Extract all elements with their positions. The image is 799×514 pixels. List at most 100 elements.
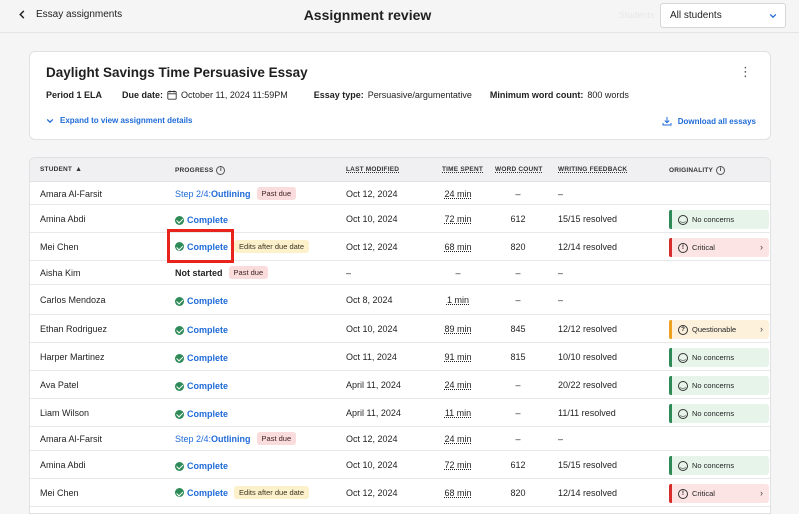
progress-cell: Complete Edits after due date xyxy=(175,486,310,499)
time-spent: 24 min xyxy=(444,434,472,444)
info-icon[interactable]: i xyxy=(716,166,726,175)
progress-complete-link[interactable]: Complete xyxy=(175,296,228,306)
progress-status: Complete xyxy=(187,325,229,335)
check-circle-icon xyxy=(175,488,184,497)
question-icon: ? xyxy=(678,324,688,335)
originality-badge: ‿ No concerns xyxy=(669,348,769,367)
progress-step-prefix[interactable]: Step 2/4: xyxy=(175,434,211,444)
table-row[interactable]: Amina Abdi Complete Oct 10, 2024 72 min 612 1… xyxy=(30,205,770,233)
col-writing-feedback[interactable]: WRITING FEEDBACK xyxy=(558,166,627,173)
table-row[interactable]: Amara Al-Farsit Step 2/4: Outlining Past d… xyxy=(30,427,770,451)
time-spent: 1 min xyxy=(446,295,469,305)
time-spent: 68 min xyxy=(444,488,472,498)
table-row[interactable]: Ethan Rodriguez Complete Oct 10, 2024 89 mi… xyxy=(30,315,770,343)
table-row[interactable]: Harper Martinez Complete Oct 11, 2024 91 mi… xyxy=(30,343,770,371)
originality-label: No concerns xyxy=(692,353,735,362)
student-filter-select[interactable]: All students xyxy=(660,3,786,28)
originality-badge[interactable]: ! Critical › xyxy=(669,238,769,257)
progress-cell: Step 2/4: Outlining Past due xyxy=(175,432,297,445)
last-modified: Oct 10, 2024 xyxy=(346,214,398,224)
alert-icon: ! xyxy=(678,488,688,499)
progress-cell: Complete xyxy=(175,381,228,393)
progress-cell: Complete xyxy=(175,409,228,421)
col-word-count[interactable]: WORD COUNT xyxy=(495,166,543,173)
alert-icon: ! xyxy=(678,242,688,253)
originality-badge: ‿ No concerns xyxy=(669,210,769,229)
word-count: 612 xyxy=(510,460,526,470)
sort-icon: ▲ xyxy=(75,166,83,173)
word-count: – xyxy=(515,380,521,390)
smile-icon: ‿ xyxy=(678,214,688,225)
progress-cell: Not started Past due xyxy=(175,266,269,279)
last-modified: Oct 12, 2024 xyxy=(346,434,398,444)
progress-step-prefix[interactable]: Step 2/4: xyxy=(175,189,211,199)
student-name: Mei Chen xyxy=(40,242,79,252)
writing-feedback: 12/12 resolved xyxy=(558,324,618,334)
originality-badge[interactable]: ? Questionable › xyxy=(669,320,769,339)
progress-complete-link[interactable]: Complete xyxy=(175,461,228,471)
progress-step-name[interactable]: Outlining xyxy=(211,434,251,444)
progress-cell: Complete xyxy=(175,215,228,227)
last-modified: Oct 12, 2024 xyxy=(346,488,398,498)
table-row[interactable]: Aisha Kim Not started Past due – – – – xyxy=(30,261,770,285)
progress-complete-link[interactable]: Complete xyxy=(175,409,228,419)
progress-status: Complete xyxy=(187,353,229,363)
writing-feedback: 20/22 resolved xyxy=(558,380,618,390)
originality-label: Questionable xyxy=(692,325,737,334)
download-all-label: Download all essays xyxy=(677,116,756,126)
col-student[interactable]: STUDENT ▲ xyxy=(40,166,82,173)
writing-feedback: 15/15 resolved xyxy=(558,460,618,470)
check-circle-icon xyxy=(175,381,184,391)
progress-complete-link[interactable]: Complete xyxy=(175,381,228,391)
student-name: Ethan Rodriguez xyxy=(40,324,108,334)
info-icon[interactable]: i xyxy=(216,166,226,175)
smile-icon: ‿ xyxy=(678,408,688,419)
col-originality: ORIGINALITY i xyxy=(669,166,726,175)
writing-feedback: – xyxy=(558,295,564,305)
col-last-modified[interactable]: LAST MODIFIED xyxy=(346,166,399,173)
originality-badge: ‿ No concerns xyxy=(669,456,769,475)
progress-complete-link[interactable]: Complete xyxy=(175,353,228,363)
table-row[interactable]: Carlos Mendoza Complete Oct 8, 2024 1 min – – xyxy=(30,285,770,315)
writing-feedback: 11/11 resolved xyxy=(558,408,616,418)
writing-feedback: 10/10 resolved xyxy=(558,352,618,362)
table-row[interactable]: Mei Chen Complete Edits after due date Oct … xyxy=(30,233,770,261)
student-name: Amara Al-Farsit xyxy=(40,189,103,199)
student-name: Carlos Mendoza xyxy=(40,295,106,305)
progress-complete-link[interactable]: Complete xyxy=(175,325,228,335)
table-row[interactable]: Amara Al-Farsit Step 2/4: Outlining Past d… xyxy=(30,183,770,205)
smile-icon: ‿ xyxy=(678,380,688,391)
word-count: – xyxy=(515,189,521,199)
student-name: Aisha Kim xyxy=(40,268,81,278)
progress-complete-link[interactable]: Complete xyxy=(175,215,228,225)
progress-step-name[interactable]: Outlining xyxy=(211,189,251,199)
assignment-title: Daylight Savings Time Persuasive Essay xyxy=(46,65,308,80)
table-row[interactable]: Ava Patel Complete April 11, 2024 24 min – 20… xyxy=(30,371,770,399)
min-word-count-value: 800 words xyxy=(587,90,629,100)
expand-details-link[interactable]: Expand to view assignment details xyxy=(46,116,192,125)
table-row[interactable]: Amina Abdi Complete Oct 10, 2024 72 min 612 1… xyxy=(30,451,770,479)
time-spent: 24 min xyxy=(444,380,472,390)
word-count: 845 xyxy=(510,324,526,334)
check-circle-icon xyxy=(175,409,184,419)
progress-status: Complete xyxy=(187,487,229,498)
chevron-down-icon xyxy=(46,118,54,123)
chevron-right-icon: › xyxy=(760,488,763,498)
progress-cell: Complete xyxy=(175,325,228,337)
progress-complete-link[interactable]: Complete xyxy=(175,488,228,498)
originality-badge[interactable]: ! Critical › xyxy=(669,484,769,503)
download-all-button[interactable]: Download all essays xyxy=(662,116,756,126)
col-originality-label: ORIGINALITY xyxy=(669,167,714,174)
col-student-label: STUDENT xyxy=(40,166,73,173)
progress-status: Complete xyxy=(187,381,229,391)
more-options-icon[interactable]: ⋮ xyxy=(739,64,752,80)
progress-status: Not started xyxy=(175,267,223,278)
last-modified: Oct 10, 2024 xyxy=(346,324,398,334)
status-badge: Edits after due date xyxy=(234,240,310,253)
word-count: 815 xyxy=(510,352,526,362)
col-time-spent[interactable]: TIME SPENT xyxy=(442,166,483,173)
table-row[interactable]: Liam Wilson Complete April 11, 2024 11 min –… xyxy=(30,399,770,427)
table-header: STUDENT ▲ PROGRESS i LAST MODIFIED TIME SP… xyxy=(30,158,770,182)
table-row[interactable]: Mei Chen Complete Edits after due date Oct … xyxy=(30,479,770,507)
due-date-label: Due date: xyxy=(122,90,164,100)
